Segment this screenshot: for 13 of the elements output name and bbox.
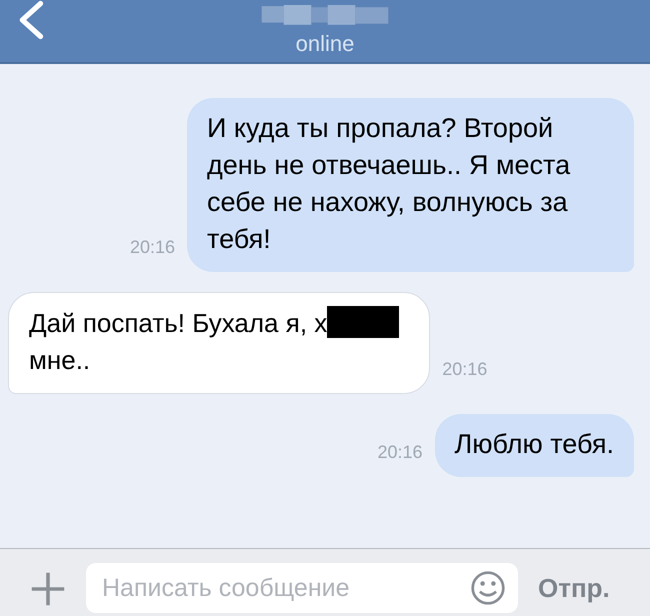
message-text: Люблю тебя. bbox=[454, 429, 614, 459]
message-text: И куда ты пропала? Второй день не отвечаешь.. Я места себе не нахожу, волнуюсь за тебя! bbox=[207, 113, 570, 254]
message-time: 20:16 bbox=[130, 237, 175, 259]
message-input[interactable]: Написать сообщение bbox=[86, 563, 518, 613]
back-icon[interactable] bbox=[18, 0, 44, 40]
message-time: 20:16 bbox=[442, 359, 488, 381]
message-time: 20:16 bbox=[377, 442, 422, 464]
message-text: Дай поспать! Бухала я, х bbox=[29, 308, 328, 338]
message-text: мне.. bbox=[29, 345, 90, 375]
smiley-icon[interactable] bbox=[470, 570, 506, 606]
contact-status: online bbox=[296, 31, 354, 57]
plus-icon[interactable] bbox=[30, 571, 66, 607]
send-button[interactable]: Отпр. bbox=[538, 563, 610, 604]
